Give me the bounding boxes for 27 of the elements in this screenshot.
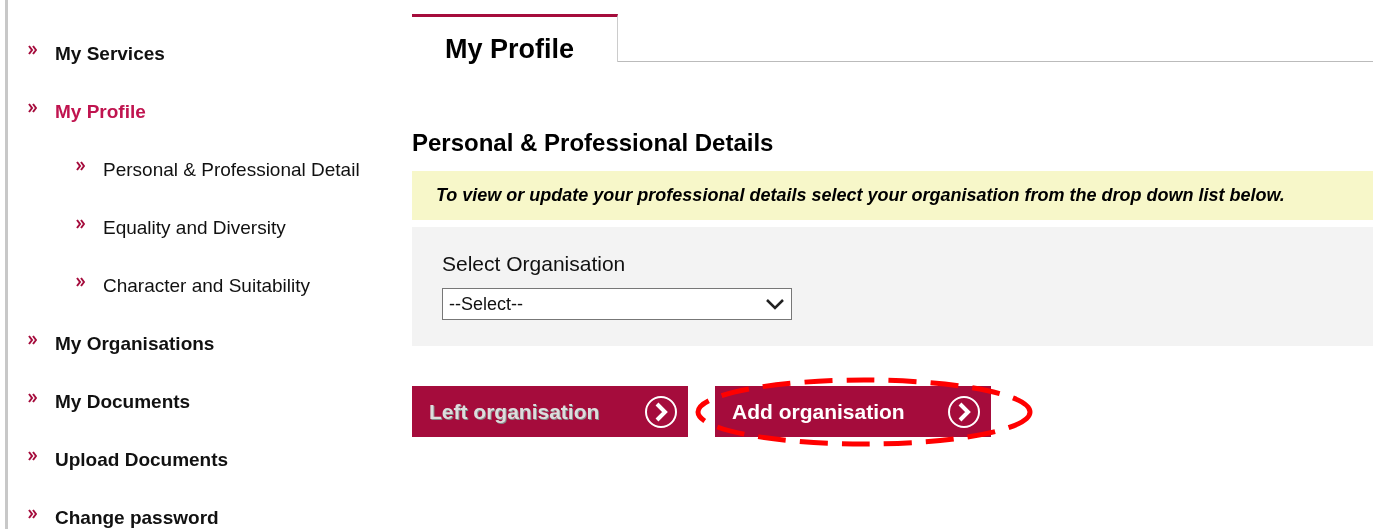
chevrons-icon — [28, 393, 37, 403]
sidebar-item[interactable]: My Profile — [55, 101, 146, 123]
section-heading: Personal & Professional Details — [412, 129, 775, 157]
field-label: Select Organisation — [442, 252, 627, 276]
chevrons-icon — [28, 451, 37, 461]
sidebar-subitem[interactable]: Personal & Professional Detail — [103, 159, 360, 181]
chevrons-icon — [76, 161, 85, 171]
chevrons-icon — [76, 219, 85, 229]
dropdown-caret-icon — [765, 298, 785, 310]
tab[interactable]: My Profile — [412, 14, 618, 62]
organisation-dropdown[interactable]: --Select-- — [442, 288, 792, 320]
sidebar-item[interactable]: Upload Documents — [55, 449, 229, 471]
info-notice: To view or update your professional details select your organisation from the drop down list below. — [412, 171, 1373, 220]
sidebar-subitem[interactable]: Character and Suitability — [103, 275, 310, 297]
sidebar-item[interactable]: My Services — [55, 43, 165, 65]
organisation-button[interactable]: Add organisation — [715, 386, 991, 437]
arrow-circle-icon — [947, 394, 981, 429]
sidebar-item[interactable]: Change password — [55, 507, 219, 529]
sidebar-subitem[interactable]: Equality and Diversity — [103, 217, 286, 239]
chevrons-icon — [28, 509, 37, 519]
chevrons-icon — [76, 277, 85, 287]
chevrons-icon — [28, 103, 37, 113]
sidebar-item[interactable]: My Organisations — [55, 333, 215, 355]
arrow-circle-icon — [644, 394, 678, 429]
chevrons-icon — [28, 45, 37, 55]
chevrons-icon — [28, 335, 37, 345]
sidebar-item[interactable]: My Documents — [55, 391, 191, 413]
